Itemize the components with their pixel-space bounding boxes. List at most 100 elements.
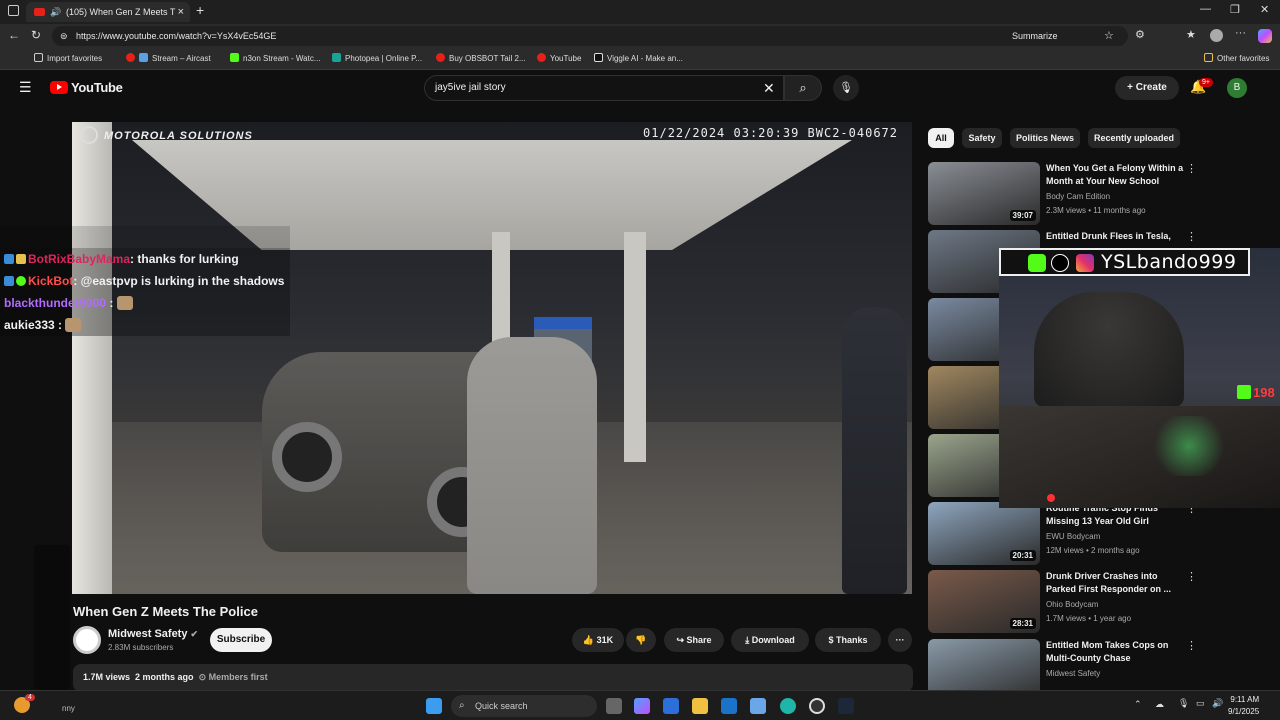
chat-message: KickBot: @eastpvp is lurking in the shad… [0,270,290,292]
bookmark-n3on[interactable]: n3on Stream - Watc... [230,53,321,63]
search-button[interactable]: ⌕ [784,75,822,101]
recommended-meta: 1.7M views • 1 year ago [1046,614,1132,623]
windows-taskbar: 4 nny ⌕ Quick search ⌃ ☁ 🎙 ▭ 🔊 9:11 AM 9… [0,690,1280,720]
more-options-icon[interactable]: ⋮ [1186,162,1197,175]
chat-message: blackthunder9000 : [0,292,290,314]
chip-safety[interactable]: Safety [962,128,1002,148]
new-tab-button[interactable]: + [196,2,204,18]
description-box[interactable]: 1.7M views 2 months ago ⊙ Members first [73,664,913,692]
task-view-icon[interactable] [606,698,622,714]
clear-search-icon[interactable]: ✕ [763,76,775,100]
bodycam-timestamp: 01/22/2024 03:20:39 BWC2-040672 [643,126,898,140]
like-button[interactable]: 👍 31K [572,628,624,652]
channel-avatar[interactable] [73,626,101,654]
favorite-star-icon[interactable]: ☆ [1104,26,1114,46]
extensions-icon[interactable]: ⚙ [1135,28,1145,41]
more-options-icon[interactable]: ⋮ [1186,230,1197,243]
recommended-video[interactable]: 39:07 When You Get a Felony Within a Mont… [928,162,1270,226]
tab-actions-icon[interactable] [8,5,19,16]
channel-name[interactable]: Midwest Safety ✔ [108,628,198,640]
more-actions-button[interactable]: ··· [888,628,912,652]
recommended-video[interactable]: 20:31 Routine Traffic Stop Finds Missing … [928,502,1270,566]
copilot-icon[interactable] [1258,29,1272,43]
taskbar-clock[interactable]: 9:11 AM 9/1/2025 [1228,694,1259,718]
close-window-button[interactable]: ✕ [1260,3,1269,16]
video-thumbnail[interactable]: 20:31 [928,502,1040,565]
recommended-channel[interactable]: Body Cam Edition [1046,192,1110,201]
search-icon: ⌕ [459,700,465,711]
youtube-logo[interactable]: YouTube [50,80,123,95]
dislike-button[interactable]: 👎 [626,628,656,652]
edge-icon[interactable] [780,698,796,714]
recommended-channel[interactable]: EWU Bodycam [1046,532,1100,541]
chip-politics-news[interactable]: Politics News [1010,128,1080,148]
video-player[interactable]: MOTOROLA SOLUTIONS 01/22/2024 03:20:39 B… [72,122,912,594]
summarize-button[interactable]: Summarize [1012,26,1058,46]
volume-icon[interactable]: 🔊 [1212,698,1223,709]
recommended-video-title[interactable]: Drunk Driver Crashes into Parked First R… [1046,570,1186,596]
recommended-channel[interactable]: Ohio Bodycam [1046,600,1098,609]
chat-message: BotRixBabyMama: thanks for lurking [0,248,290,270]
hamburger-menu-icon[interactable]: ☰ [19,79,32,96]
favorites-icon[interactable]: ★ [1186,28,1196,41]
thanks-button[interactable]: $ Thanks [815,628,881,652]
video-title: When Gen Z Meets The Police [73,604,258,619]
bookmark-youtube[interactable]: YouTube [537,53,581,63]
motorola-m-icon [80,126,98,144]
other-favorites[interactable]: Other favorites [1204,53,1269,63]
refresh-icon[interactable]: ↻ [31,28,41,42]
recommended-video-title[interactable]: Entitled Mom Takes Cops on Multi-County … [1046,639,1186,665]
video-thumbnail[interactable]: 39:07 [928,162,1040,225]
members-first: Members first [208,672,268,682]
download-icon: ⤓ [745,635,750,645]
copilot-taskbar-icon[interactable] [634,698,650,714]
speaker-icon[interactable]: 🔊 [50,2,61,22]
account-avatar[interactable]: B [1227,78,1247,98]
back-icon[interactable]: ← [8,28,20,42]
taskbar-search[interactable]: ⌕ Quick search [451,695,597,717]
file-explorer-icon[interactable] [692,698,708,714]
more-icon[interactable]: ··· [1235,27,1246,39]
download-button[interactable]: ⤓ Download [731,628,809,652]
network-icon[interactable]: ▭ [1196,698,1205,709]
search-input[interactable]: jay5ive jail story ✕ [424,75,784,101]
store-icon[interactable] [663,698,679,714]
photos-icon[interactable] [750,698,766,714]
recommended-video[interactable]: 28:31 Drunk Driver Crashes into Parked Fi… [928,570,1270,634]
browser-tab-active[interactable]: 🔊 (105) When Gen Z Meets The × [26,2,190,22]
recommended-channel[interactable]: Midwest Safety [1046,669,1100,678]
video-duration: 28:31 [1009,618,1036,629]
chip-all[interactable]: All [928,128,954,148]
profile-icon[interactable] [1210,29,1223,42]
close-tab-icon[interactable]: × [178,2,184,22]
share-icon: ↪ [676,635,684,645]
url-field[interactable]: ⊜ https://www.youtube.com/watch?v=YsX4vE… [52,26,1128,46]
site-info-icon[interactable]: ⊜ [60,26,68,46]
minimize-button[interactable]: — [1200,3,1211,15]
recommended-video-title[interactable]: When You Get a Felony Within a Month at … [1046,162,1186,188]
windows-start-icon[interactable] [426,698,442,714]
onedrive-icon[interactable]: ☁ [1155,699,1164,710]
more-options-icon[interactable]: ⋮ [1186,639,1197,652]
video-thumbnail[interactable]: 28:31 [928,570,1040,633]
bookmark-import[interactable]: Import favorites [34,53,102,63]
subscribe-button[interactable]: Subscribe [210,628,272,652]
recommended-video-title[interactable]: Entitled Drunk Flees in Tesla, [1046,230,1186,243]
obs-icon[interactable] [809,698,825,714]
voice-search-button[interactable]: 🎙 [833,75,859,101]
outlook-icon[interactable] [721,698,737,714]
steam-icon[interactable] [838,698,854,714]
streamer-desk [999,406,1280,508]
bookmark-viggle[interactable]: Viggle AI - Make an... [594,53,683,63]
bookmark-obsbot[interactable]: Buy OBSBOT Tail 2... [436,53,526,63]
mic-tray-icon[interactable]: 🎙 [1178,698,1189,709]
bookmark-aircast[interactable]: Stream – Aircast [126,53,211,63]
tray-chevron-icon[interactable]: ⌃ [1134,699,1142,710]
maximize-button[interactable]: ❐ [1230,3,1240,16]
share-button[interactable]: ↪ Share [664,628,724,652]
bookmark-photopea[interactable]: Photopea | Online P... [332,53,422,63]
create-button[interactable]: + Create [1115,76,1179,100]
more-options-icon[interactable]: ⋮ [1186,570,1197,583]
chip-recently-uploaded[interactable]: Recently uploaded [1088,128,1180,148]
streamer-name: YSLbando999 [1101,251,1237,273]
